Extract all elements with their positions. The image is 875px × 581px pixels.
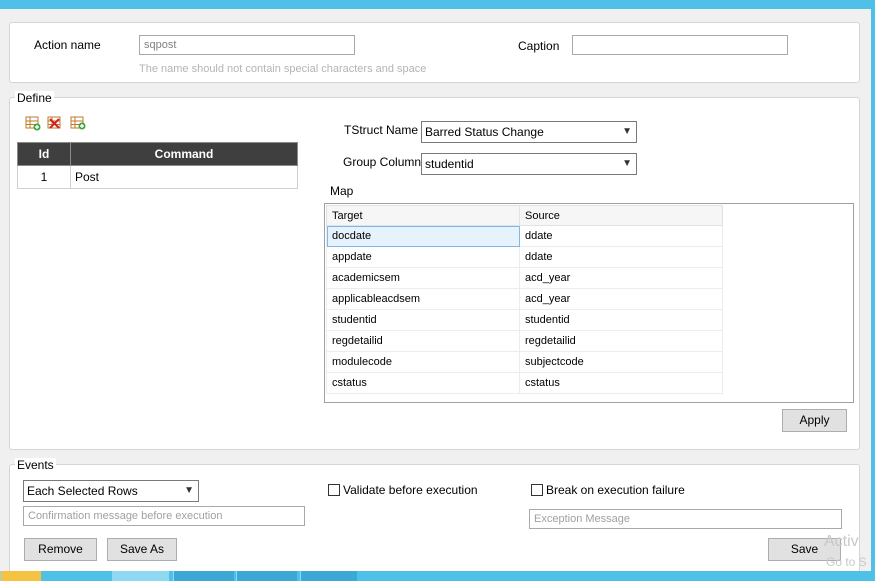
- taskbar-app-3[interactable]: [173, 571, 234, 581]
- chevron-down-icon: ▼: [622, 126, 632, 137]
- table-row[interactable]: 1 Post: [17, 165, 298, 189]
- exception-message-input[interactable]: Exception Message: [529, 509, 842, 529]
- map-target-cell[interactable]: modulecode: [326, 351, 520, 373]
- map-table: Target Source docdate ddate appdate ddate …: [326, 205, 723, 394]
- map-target-cell[interactable]: academicsem: [326, 267, 520, 289]
- activation-watermark-line1: Activ: [824, 533, 859, 550]
- validate-label: Validate before execution: [343, 483, 478, 497]
- table-row[interactable]: applicableacdsem acd_year: [326, 288, 723, 310]
- action-dialog: Action name sqpost The name should not c…: [0, 9, 871, 576]
- action-name-hint: The name should not contain special char…: [139, 63, 427, 75]
- command-table-header-command: Command: [70, 142, 298, 166]
- map-source-cell[interactable]: ddate: [519, 225, 723, 247]
- map-label: Map: [330, 184, 354, 198]
- command-table: Id Command 1 Post: [17, 142, 298, 189]
- delete-row-icon[interactable]: [47, 115, 63, 131]
- action-name-label: Action name: [34, 38, 101, 52]
- map-target-cell[interactable]: docdate: [326, 225, 520, 247]
- taskbar-app-5[interactable]: [300, 571, 357, 581]
- tstruct-label: TStruct Name: [344, 123, 419, 137]
- save-button-label: Save: [790, 542, 819, 556]
- map-header-source: Source: [519, 205, 723, 226]
- events-mode-select[interactable]: Each Selected Rows ▼: [23, 480, 199, 502]
- chevron-down-icon: ▼: [622, 158, 632, 169]
- chevron-down-icon: ▼: [184, 485, 194, 496]
- table-row[interactable]: cstatus cstatus: [326, 372, 723, 394]
- map-source-cell[interactable]: ddate: [519, 246, 723, 268]
- events-mode-value: Each Selected Rows: [27, 484, 138, 498]
- confirmation-message-input[interactable]: Confirmation message before execution: [23, 506, 305, 526]
- map-header-target: Target: [326, 205, 520, 226]
- save-as-button-label: Save As: [119, 542, 165, 556]
- define-legend: Define: [15, 91, 54, 105]
- taskbar-app-2[interactable]: [112, 571, 169, 581]
- map-source-cell[interactable]: regdetailid: [519, 330, 723, 352]
- table-row[interactable]: appdate ddate: [326, 246, 723, 268]
- taskbar-app-4[interactable]: [236, 571, 297, 581]
- table-row[interactable]: regdetailid regdetailid: [326, 330, 723, 352]
- insert-row-icon[interactable]: [70, 115, 86, 131]
- map-target-cell[interactable]: cstatus: [326, 372, 520, 394]
- action-name-input[interactable]: sqpost: [139, 35, 355, 55]
- group-column-select[interactable]: studentid ▼: [421, 153, 637, 175]
- map-source-cell[interactable]: acd_year: [519, 267, 723, 289]
- validate-checkbox[interactable]: [328, 484, 340, 496]
- group-column-label: Group Column: [343, 155, 422, 169]
- map-source-cell[interactable]: cstatus: [519, 372, 723, 394]
- remove-button-label: Remove: [38, 542, 83, 556]
- map-grid[interactable]: Target Source docdate ddate appdate ddate …: [324, 203, 854, 403]
- break-on-failure-label: Break on execution failure: [546, 483, 685, 497]
- table-row[interactable]: modulecode subjectcode: [326, 351, 723, 373]
- command-id-cell[interactable]: 1: [17, 165, 71, 189]
- save-as-button[interactable]: Save As: [107, 538, 177, 561]
- table-row[interactable]: studentid studentid: [326, 309, 723, 331]
- activation-watermark-line2: Go to S: [826, 555, 867, 569]
- command-name-cell[interactable]: Post: [70, 165, 298, 189]
- events-legend: Events: [15, 458, 56, 472]
- taskbar-app-1[interactable]: [0, 571, 41, 581]
- map-source-cell[interactable]: subjectcode: [519, 351, 723, 373]
- command-table-header-id: Id: [17, 142, 71, 166]
- table-row[interactable]: docdate ddate: [326, 225, 723, 247]
- table-row[interactable]: academicsem acd_year: [326, 267, 723, 289]
- group-column-value: studentid: [425, 157, 474, 171]
- break-on-failure-checkbox[interactable]: [531, 484, 543, 496]
- map-source-cell[interactable]: acd_year: [519, 288, 723, 310]
- caption-input[interactable]: [572, 35, 788, 55]
- remove-button[interactable]: Remove: [24, 538, 97, 561]
- map-target-cell[interactable]: appdate: [326, 246, 520, 268]
- add-row-icon[interactable]: [25, 115, 41, 131]
- tstruct-value: Barred Status Change: [425, 125, 544, 139]
- map-source-cell[interactable]: studentid: [519, 309, 723, 331]
- tstruct-select[interactable]: Barred Status Change ▼: [421, 121, 637, 143]
- apply-button[interactable]: Apply: [782, 409, 847, 432]
- map-target-cell[interactable]: applicableacdsem: [326, 288, 520, 310]
- caption-label: Caption: [518, 39, 560, 53]
- map-target-cell[interactable]: studentid: [326, 309, 520, 331]
- map-target-cell[interactable]: regdetailid: [326, 330, 520, 352]
